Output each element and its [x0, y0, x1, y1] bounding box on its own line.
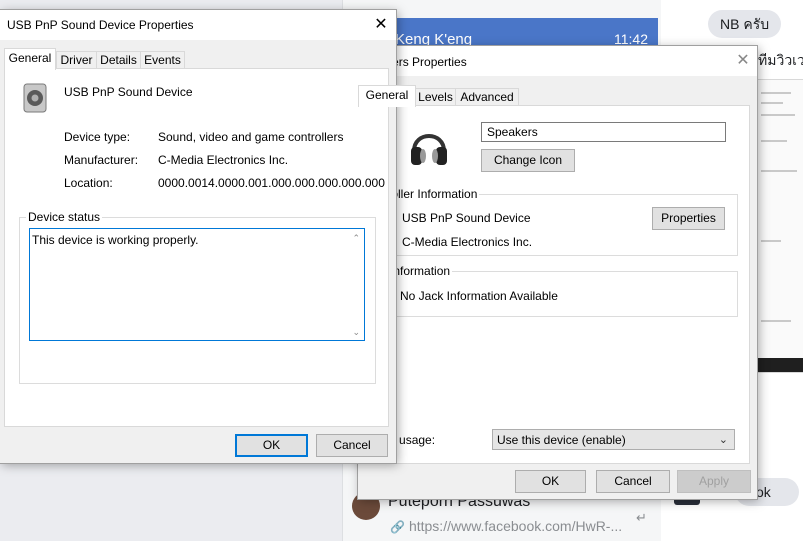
speaker-icon — [23, 83, 47, 113]
tab-bar: General Levels Advanced — [358, 85, 757, 107]
close-icon[interactable]: ✕ — [361, 10, 401, 40]
device-usage-select[interactable]: Use this device (enable) ⌄ — [492, 429, 735, 450]
scroll-up-icon[interactable]: ⌃ — [352, 233, 360, 244]
tab-details[interactable]: Details — [96, 51, 141, 69]
message-bubble-bottom-text: ok — [756, 484, 771, 500]
location-label: Location: — [64, 176, 113, 190]
dialog-title: USB PnP Sound Device Properties — [7, 18, 194, 32]
tab-driver[interactable]: Driver — [56, 51, 97, 69]
controller-info-group: Controller Information USB PnP Sound Dev… — [359, 187, 738, 256]
cancel-button[interactable]: Cancel — [596, 470, 670, 493]
contact-link-text[interactable]: https://www.facebook.com/HwR-... — [409, 518, 622, 534]
message-bubble-top: NB ครับ — [708, 10, 782, 38]
chevron-down-icon: ⌄ — [718, 434, 728, 446]
device-name-input[interactable]: Speakers — [481, 122, 726, 142]
reply-icon[interactable]: ↵ — [636, 510, 647, 526]
device-type-value: Sound, video and game controllers — [158, 130, 344, 144]
link-icon: 🔗 — [390, 520, 405, 534]
device-name-value: Speakers — [487, 125, 538, 139]
speakers-properties-dialog: Speakers Properties ✕ General Levels Adv… — [358, 46, 757, 499]
device-usage-value: Use this device (enable) — [497, 433, 626, 447]
cancel-button[interactable]: Cancel — [316, 434, 388, 457]
change-icon-button[interactable]: Change Icon — [481, 149, 575, 172]
tab-events[interactable]: Events — [140, 51, 185, 69]
tab-panel-general: USB PnP Sound Device Device type: Sound,… — [4, 68, 389, 427]
properties-button[interactable]: Properties — [652, 207, 725, 230]
contact-link[interactable]: 🔗 https://www.facebook.com/HwR-... — [390, 518, 622, 534]
controller-device: USB PnP Sound Device — [402, 211, 531, 225]
jack-info-group: Jack Information No Jack Information Ava… — [359, 264, 738, 317]
device-name: USB PnP Sound Device — [64, 85, 193, 99]
chat-time: 11:42 — [614, 31, 648, 47]
device-status-textbox[interactable]: This device is working properly. ⌃ ⌄ — [29, 228, 365, 341]
tab-advanced[interactable]: Advanced — [455, 88, 519, 106]
ok-button[interactable]: OK — [235, 434, 308, 457]
tab-levels[interactable]: Levels — [415, 88, 456, 106]
usb-device-properties-dialog: USB PnP Sound Device Properties ✕ Genera… — [0, 10, 396, 463]
headphones-icon — [411, 134, 447, 165]
jack-info-text: No Jack Information Available — [400, 289, 558, 303]
title-bar: USB PnP Sound Device Properties ✕ — [0, 10, 396, 40]
ok-button[interactable]: OK — [515, 470, 586, 493]
tab-general[interactable]: General — [358, 85, 416, 107]
title-bar: Speakers Properties ✕ — [358, 46, 757, 76]
device-status-text: This device is working properly. — [32, 233, 199, 247]
location-value: 0000.0014.0000.001.000.000.000.000.000 — [158, 176, 385, 190]
shared-image-thumbnail[interactable] — [754, 79, 803, 373]
apply-button[interactable]: Apply — [677, 470, 751, 493]
manufacturer-label: Manufacturer: — [64, 153, 139, 167]
device-status-label: Device status — [26, 210, 103, 224]
controller-vendor: C-Media Electronics Inc. — [402, 235, 533, 249]
message-text-right: ทีมวิวเว — [758, 52, 803, 68]
device-type-label: Device type: — [64, 130, 131, 144]
tab-bar: General Driver Details Events — [4, 48, 394, 70]
manufacturer-value: C-Media Electronics Inc. — [158, 153, 289, 167]
tab-panel-general: Speakers Change Icon Controller Informat… — [358, 105, 750, 464]
device-status-group: Device status This device is working pro… — [19, 210, 376, 384]
tab-general[interactable]: General — [4, 48, 56, 70]
close-icon[interactable]: ✕ — [723, 46, 763, 76]
scroll-down-icon[interactable]: ⌄ — [352, 327, 360, 338]
